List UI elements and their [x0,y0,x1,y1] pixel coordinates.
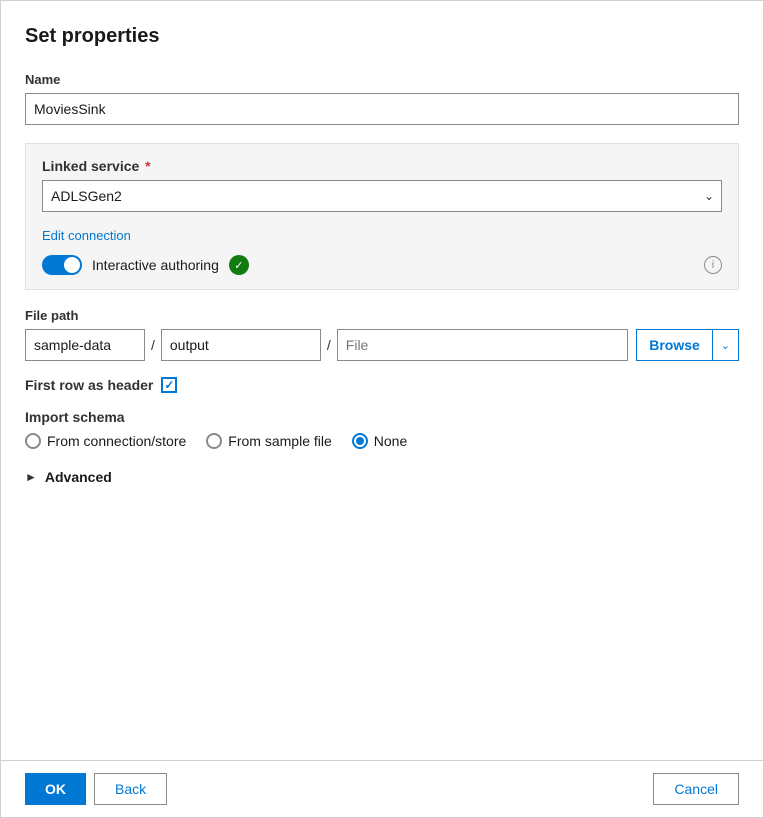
ok-button[interactable]: OK [25,773,86,805]
browse-group: Browse ⌄ [636,329,739,361]
radio-option-connection[interactable]: From connection/store [25,433,186,449]
file-path-label: File path [25,308,739,323]
status-check-icon: ✓ [229,255,249,275]
interactive-authoring-toggle[interactable] [42,255,82,275]
file-path-section: File path / / Browse ⌄ [25,308,739,361]
import-schema-radio-group: From connection/store From sample file N… [25,433,739,449]
checkbox-check-icon: ✓ [164,378,174,392]
edit-connection-link[interactable]: Edit connection [42,228,131,243]
import-schema-section: Import schema From connection/store From… [25,409,739,449]
browse-button[interactable]: Browse [637,330,712,360]
radio-label-sample: From sample file [228,433,331,449]
first-row-header-row: First row as header ✓ [25,377,739,393]
cancel-button[interactable]: Cancel [653,773,739,805]
path-separator-2: / [321,337,337,353]
radio-outer-connection [25,433,41,449]
file-path-part1-input[interactable] [25,329,145,361]
import-schema-label: Import schema [25,409,739,425]
radio-label-connection: From connection/store [47,433,186,449]
back-button[interactable]: Back [94,773,167,805]
name-field-group: Name [25,72,739,125]
required-indicator: * [141,158,150,174]
radio-option-none[interactable]: None [352,433,407,449]
toggle-thumb [64,257,80,273]
page-title: Set properties [25,25,739,48]
file-path-part2-input[interactable] [161,329,321,361]
interactive-authoring-label: Interactive authoring [92,257,219,273]
linked-service-select[interactable]: ADLSGen2 [42,180,722,212]
radio-label-none: None [374,433,407,449]
first-row-header-checkbox[interactable]: ✓ [161,377,177,393]
name-label: Name [25,72,739,87]
linked-service-section: Linked service * ADLSGen2 ⌄ Edit connect… [25,143,739,290]
info-icon[interactable]: i [704,256,722,274]
path-separator-1: / [145,337,161,353]
advanced-label: Advanced [45,469,112,485]
interactive-authoring-row: Interactive authoring ✓ i [42,255,722,275]
radio-inner-none [356,437,364,445]
footer-right: Cancel [653,773,739,805]
name-input[interactable] [25,93,739,125]
first-row-header-label: First row as header [25,377,153,393]
advanced-section[interactable]: ► Advanced [25,469,739,485]
linked-service-label: Linked service * [42,158,722,174]
chevron-right-icon: ► [25,470,37,484]
file-path-inputs: / / Browse ⌄ [25,329,739,361]
file-path-part3-input[interactable] [337,329,628,361]
linked-service-select-wrapper: ADLSGen2 ⌄ [42,180,722,212]
browse-chevron-button[interactable]: ⌄ [712,330,738,360]
radio-option-sample[interactable]: From sample file [206,433,331,449]
toggle-track [42,255,82,275]
radio-outer-sample [206,433,222,449]
radio-outer-none [352,433,368,449]
footer: OK Back Cancel [1,760,763,817]
